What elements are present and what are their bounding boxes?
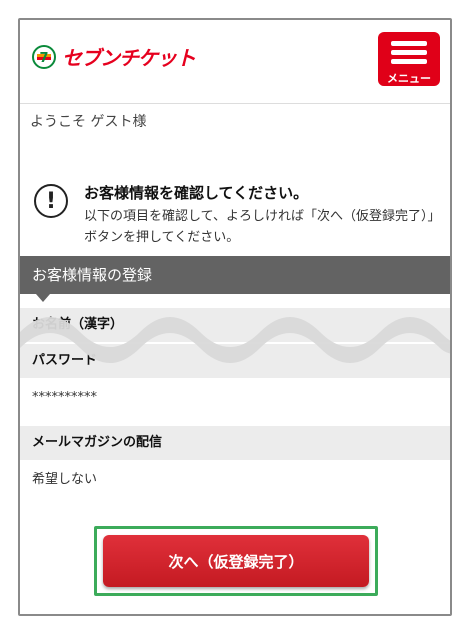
section-title: お客様情報の登録: [20, 256, 450, 302]
hamburger-icon: [391, 41, 427, 46]
menu-label: メニュー: [387, 72, 431, 85]
exclamation-icon: !: [34, 184, 68, 218]
next-provisional-register-button[interactable]: 次へ（仮登録完了）: [103, 535, 369, 587]
field-value-password: **********: [32, 390, 97, 405]
logo[interactable]: 7 セブンチケット: [32, 42, 196, 71]
notice-title: お客様情報を確認してください。: [84, 184, 309, 202]
seven-eleven-logo-icon: 7: [32, 44, 56, 69]
field-value-newsletter: 希望しない: [32, 472, 98, 487]
field-list: お名前（漢字） パスワード ********** メールマガジンの配信 希望しな…: [20, 308, 450, 500]
site-header: 7 セブンチケット メニュー: [20, 20, 450, 104]
svg-text:7: 7: [39, 51, 48, 66]
field-label-name: お名前（漢字）: [20, 308, 450, 342]
page-frame: 7 セブンチケット メニュー ようこそ ゲスト様 ! お客様情報を確認してくださ…: [18, 18, 452, 616]
next-button-highlight: 次へ（仮登録完了）: [94, 526, 378, 596]
notice-body: 以下の項目を確認して、よろしければ「次へ（仮登録完了）」ボタンを押してください。: [84, 209, 434, 245]
field-label-password: パスワード: [20, 344, 450, 378]
welcome-text: ようこそ ゲスト様: [30, 114, 147, 130]
field-label-newsletter: メールマガジンの配信: [20, 426, 450, 460]
notice-box: ! お客様情報を確認してください。 以下の項目を確認して、よろしければ「次へ（仮…: [20, 138, 450, 256]
menu-button[interactable]: メニュー: [378, 32, 440, 86]
logo-text: セブンチケット: [62, 46, 196, 70]
